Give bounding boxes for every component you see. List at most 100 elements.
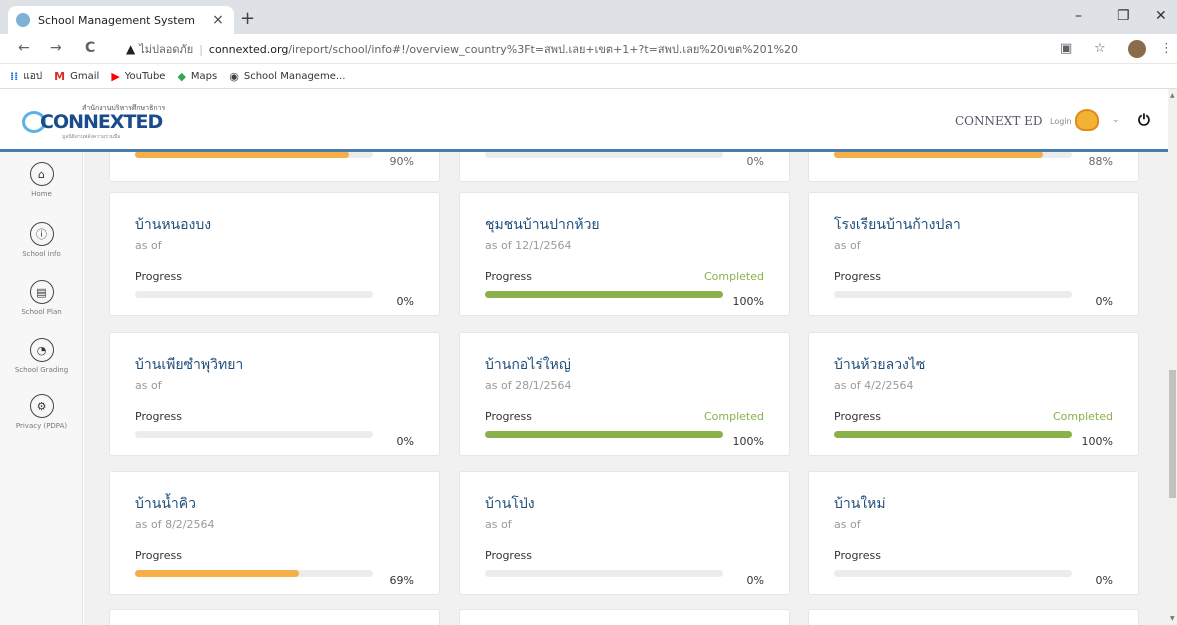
power-icon[interactable]: ⏻ <box>1138 111 1150 129</box>
school-name[interactable]: บ้านโป่ง <box>485 493 535 515</box>
bookmark-label: Gmail <box>70 70 100 82</box>
school-name[interactable]: บ้านเพียซำพุวิทยา <box>135 354 243 376</box>
school-grading-icon: ◔ <box>29 338 54 362</box>
school-card[interactable] <box>459 609 790 625</box>
school-card[interactable]: ชุมชนบ้านปากห้วย as of 12/1/2564 Progress C… <box>459 192 790 316</box>
school-favicon: ◉ <box>229 69 239 83</box>
status-completed: Completed <box>704 270 764 283</box>
status-completed: Completed <box>704 410 764 423</box>
as-of-date: as of <box>485 518 512 531</box>
scroll-down-arrow[interactable]: ▼ <box>1170 615 1175 622</box>
school-name[interactable]: บ้านน้ำคิว <box>135 493 196 515</box>
new-tab-button[interactable]: + <box>240 10 255 28</box>
school-card[interactable]: บ้านน้ำคิว as of 8/2/2564 Progress 69% <box>109 471 440 595</box>
profile-avatar[interactable] <box>1128 40 1146 58</box>
progress-fill <box>485 431 723 438</box>
chevron-down-icon[interactable]: ⌄ <box>1112 115 1120 125</box>
sidebar-item-label: School Plan <box>21 308 62 316</box>
bookmark-apps[interactable]: ⁞⁞ แอป <box>10 69 42 84</box>
school-card[interactable]: บ้านกอไร่ใหญ่ as of 28/1/2564 Progress Comp… <box>459 332 790 456</box>
school-card[interactable]: 90% <box>109 152 440 182</box>
translate-icon[interactable]: ▣ <box>1060 41 1072 56</box>
minimize-button[interactable]: – <box>1075 8 1082 24</box>
progress-percent: 0% <box>746 155 764 168</box>
progress-track <box>834 291 1072 298</box>
as-of-date: as of 12/1/2564 <box>485 239 572 252</box>
school-name[interactable]: บ้านใหม่ <box>834 493 886 515</box>
school-name[interactable]: โรงเรียนบ้านก้างปลา <box>834 214 961 236</box>
school-card[interactable]: 0% <box>459 152 790 182</box>
progress-percent: 100% <box>732 435 764 448</box>
progress-label: Progress <box>834 410 881 423</box>
school-name[interactable]: บ้านกอไร่ใหญ่ <box>485 354 571 376</box>
progress-percent: 88% <box>1088 155 1113 168</box>
sidebar-item-home[interactable]: ⌂ Home <box>0 162 83 198</box>
connexted-logo[interactable]: สำนักงานบริหารศึกษาธิการ CONNEXTED มูลนิ… <box>22 103 172 140</box>
school-card[interactable]: บ้านโป่ง as of Progress 0% <box>459 471 790 595</box>
progress-track <box>135 152 373 158</box>
url-separator: | <box>199 42 203 56</box>
school-card[interactable]: บ้านห้วยลวงไซ as of 4/2/2564 Progress Compl… <box>808 332 1139 456</box>
progress-percent: 0% <box>396 295 414 308</box>
sidebar-item-school-grading[interactable]: ◔ School Grading <box>0 338 83 374</box>
bookmark-youtube[interactable]: ▶ YouTube <box>111 70 165 83</box>
school-name[interactable]: บ้านห้วยลวงไซ <box>834 354 925 376</box>
address-bar[interactable]: ▲ ไม่ปลอดภัย | connexted.org /ireport/sc… <box>126 38 1026 60</box>
progress-label: Progress <box>135 410 182 423</box>
sidebar-item-school-plan[interactable]: ▤ School Plan <box>0 280 83 316</box>
bookmark-star-icon[interactable]: ☆ <box>1094 41 1106 56</box>
back-button[interactable]: ← <box>18 40 30 56</box>
bookmark-gmail[interactable]: M Gmail <box>54 70 99 83</box>
progress-track <box>485 570 723 577</box>
bookmark-school[interactable]: ◉ School Manageme... <box>229 70 345 83</box>
tab-close-icon[interactable]: × <box>210 12 226 28</box>
progress-label: Progress <box>135 270 182 283</box>
browser-tab[interactable]: School Management System × <box>8 6 234 34</box>
progress-track <box>485 291 723 298</box>
reload-button[interactable]: C <box>85 40 95 56</box>
bookmark-label: School Manageme... <box>243 70 346 82</box>
scrollbar-thumb[interactable] <box>1169 370 1176 498</box>
school-card[interactable]: 88% <box>808 152 1139 182</box>
progress-track <box>135 291 373 298</box>
school-name[interactable]: บ้านหนองบง <box>135 214 211 236</box>
logo-word: CONNEXTED <box>40 111 163 133</box>
school-card[interactable] <box>808 609 1139 625</box>
sidebar-item-school-info[interactable]: ⓘ School info <box>0 222 83 258</box>
as-of-date: as of 8/2/2564 <box>135 518 215 531</box>
progress-percent: 69% <box>389 574 414 587</box>
as-of-date: as of <box>834 239 861 252</box>
menu-kebab-icon[interactable]: ⋮ <box>1160 41 1173 56</box>
school-card[interactable]: บ้านหนองบง as of Progress 0% <box>109 192 440 316</box>
sidebar-item-privacy[interactable]: ⚙ Privacy (PDPA) <box>0 394 83 430</box>
as-of-date: as of <box>834 518 861 531</box>
app-header: สำนักงานบริหารศึกษาธิการ CONNEXTED มูลนิ… <box>0 89 1168 152</box>
school-card[interactable] <box>109 609 440 625</box>
tab-title: School Management System <box>38 13 195 27</box>
school-cards-grid: 90% 0% 88% บ้านหนองบง as of Progress 0% ชุมช… <box>84 152 1168 625</box>
progress-percent: 0% <box>1095 295 1113 308</box>
scroll-up-arrow[interactable]: ▲ <box>1170 92 1175 99</box>
bookmark-maps[interactable]: ◆ Maps <box>177 70 217 83</box>
sidebar-item-label: Home <box>31 190 52 198</box>
page-scrollbar[interactable] <box>1168 89 1177 625</box>
bookmark-label: แอป <box>23 70 43 82</box>
forward-button[interactable]: → <box>50 40 62 56</box>
login-link[interactable]: Login <box>1050 117 1072 126</box>
close-window-button[interactable]: ✕ <box>1155 8 1167 24</box>
school-card[interactable]: บ้านเพียซำพุวิทยา as of Progress 0% <box>109 332 440 456</box>
school-card[interactable]: บ้านใหม่ as of Progress 0% <box>808 471 1139 595</box>
school-card[interactable]: โรงเรียนบ้านก้างปลา as of Progress 0% <box>808 192 1139 316</box>
progress-track <box>485 152 723 158</box>
progress-percent: 100% <box>1081 435 1113 448</box>
progress-track <box>834 152 1072 158</box>
warning-icon: ▲ <box>126 42 136 56</box>
bookmarks-bar: ⁞⁞ แอป M Gmail ▶ YouTube ◆ Maps ◉ School Mana… <box>0 64 1177 89</box>
maps-icon: ◆ <box>177 69 186 83</box>
school-name[interactable]: ชุมชนบ้านปากห้วย <box>485 214 600 236</box>
apps-grid-icon: ⁞⁞ <box>10 69 19 83</box>
progress-label: Progress <box>834 549 881 562</box>
sidebar: ⌂ Home ⓘ School info ▤ School Plan ◔ Sch… <box>0 152 83 625</box>
user-avatar[interactable] <box>1075 109 1099 131</box>
maximize-button[interactable]: ❐ <box>1117 8 1130 24</box>
